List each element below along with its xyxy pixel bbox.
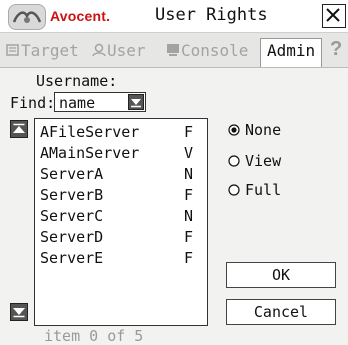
avocent-logo: Avocent. <box>8 4 120 30</box>
chevron-down-icon <box>131 99 141 108</box>
server-right: F <box>184 228 194 246</box>
list-item[interactable]: ServerA N <box>40 165 200 185</box>
username-label: Username: <box>36 72 118 90</box>
server-right: F <box>184 249 194 267</box>
server-right: V <box>184 144 194 162</box>
server-name: ServerE <box>40 249 104 267</box>
target-icon <box>6 44 19 56</box>
find-dropdown[interactable]: name <box>54 92 146 112</box>
server-name: AFileServer <box>40 123 140 141</box>
tab-console-label: Console <box>181 41 249 60</box>
title-bar: Avocent. User Rights <box>0 0 348 33</box>
radio-unselected-icon <box>228 184 240 196</box>
tab-user[interactable]: User <box>92 41 146 61</box>
avocent-logo-icon <box>8 4 46 30</box>
user-icon <box>92 43 106 57</box>
list-item[interactable]: ServerE F <box>40 249 200 269</box>
server-right: F <box>184 186 194 204</box>
tab-admin-label: Admin <box>267 41 316 60</box>
tab-console[interactable]: Console <box>166 41 248 61</box>
list-item[interactable]: AFileServer F <box>40 123 200 143</box>
radio-full-label: Full <box>245 181 282 199</box>
tab-target-label: Target <box>21 41 79 60</box>
help-icon[interactable]: ? <box>330 38 342 61</box>
find-label: Find: <box>10 94 56 112</box>
server-name: AMainServer <box>40 144 140 162</box>
radio-view-label: View <box>245 152 282 170</box>
radio-selected-icon <box>228 124 240 136</box>
find-dropdown-button[interactable] <box>128 94 144 110</box>
scroll-to-top-icon <box>13 123 25 133</box>
list-item[interactable]: AMainServer V <box>40 144 200 164</box>
close-icon <box>326 8 340 22</box>
ok-button[interactable]: OK <box>226 262 336 288</box>
server-name: ServerA <box>40 165 104 183</box>
radio-none-label: None <box>245 121 282 139</box>
cancel-button[interactable]: Cancel <box>226 299 336 325</box>
scroll-to-bottom-icon <box>13 308 25 318</box>
server-name: ServerB <box>40 186 104 204</box>
logo-text: Avocent. <box>50 8 111 24</box>
list-item[interactable]: ServerB F <box>40 186 200 206</box>
list-item[interactable]: ServerC N <box>40 207 200 227</box>
server-right: N <box>184 207 194 225</box>
window-title: User Rights <box>155 5 268 25</box>
server-name: ServerC <box>40 207 104 225</box>
server-right: F <box>184 123 194 141</box>
tab-user-label: User <box>107 41 146 60</box>
close-button[interactable] <box>322 4 346 28</box>
tab-admin[interactable]: Admin <box>260 38 323 67</box>
list-item[interactable]: ServerD F <box>40 228 200 248</box>
tab-target[interactable]: Target <box>6 41 79 61</box>
radio-unselected-icon <box>228 155 240 167</box>
tab-bar: Target User Console Admin ? <box>0 33 348 68</box>
find-value: name <box>59 94 96 112</box>
console-icon <box>167 44 179 56</box>
server-right: N <box>184 165 194 183</box>
item-count-status: item 0 of 5 <box>44 327 144 345</box>
server-list[interactable]: AFileServer F AMainServer V ServerA N Se… <box>34 118 208 326</box>
scroll-down-button[interactable] <box>10 303 28 321</box>
scroll-up-button[interactable] <box>10 120 28 138</box>
server-name: ServerD <box>40 228 104 246</box>
